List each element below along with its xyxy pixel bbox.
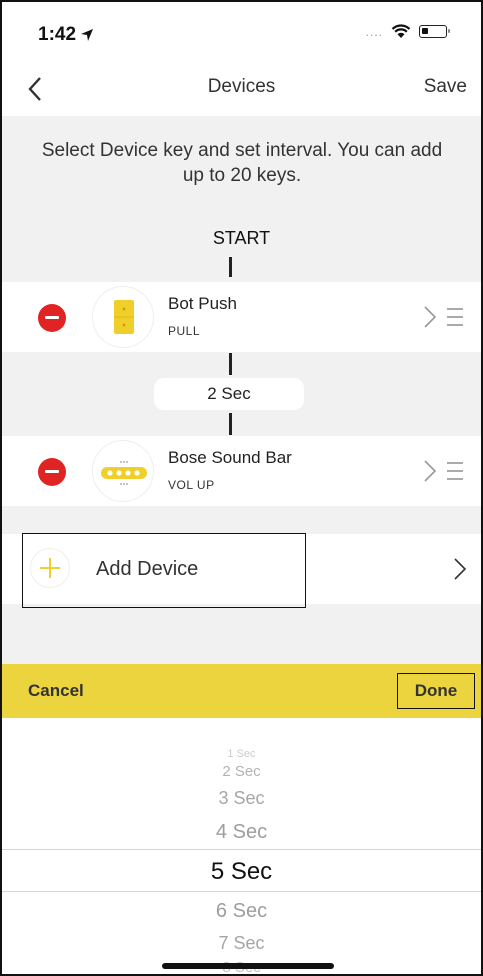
- picker-selected-option[interactable]: 5 Sec: [2, 858, 481, 886]
- remove-device-button[interactable]: [38, 304, 66, 332]
- picker-option[interactable]: 7 Sec: [2, 933, 481, 954]
- picker-toolbar: Cancel Done: [2, 664, 481, 718]
- add-device-row[interactable]: Add Device: [2, 534, 481, 604]
- cancel-button[interactable]: Cancel: [28, 681, 84, 701]
- drag-handle-icon[interactable]: [447, 308, 463, 332]
- device-action: PULL: [168, 324, 201, 338]
- chevron-right-icon[interactable]: [423, 458, 437, 484]
- wifi-icon: [391, 24, 411, 38]
- add-device-label: Add Device: [96, 558, 199, 580]
- status-bar: 1:42 ....: [2, 2, 481, 64]
- chevron-right-icon: [454, 558, 467, 580]
- picker-selection-line: [2, 849, 481, 850]
- picker-selection-line: [2, 891, 481, 892]
- interval-picker[interactable]: 1 Sec 2 Sec 3 Sec 4 Sec 5 Sec 6 Sec 7 Se…: [2, 718, 481, 974]
- soundbar-device-icon: [92, 440, 154, 502]
- drag-handle-icon[interactable]: [447, 462, 463, 486]
- device-row[interactable]: Bot Push PULL: [2, 282, 481, 352]
- device-name: Bot Push: [168, 294, 237, 313]
- sequence-connector: [229, 413, 232, 435]
- done-button[interactable]: Done: [397, 673, 475, 709]
- home-indicator: [162, 963, 334, 969]
- picker-option[interactable]: 2 Sec: [2, 763, 481, 780]
- nav-bar: Devices Save: [2, 64, 481, 116]
- picker-option[interactable]: 3 Sec: [2, 788, 481, 809]
- bot-device-icon: [92, 286, 154, 348]
- device-row[interactable]: Bose Sound Bar VOL UP: [2, 436, 481, 506]
- cellular-signal-icon: ....: [365, 24, 383, 39]
- picker-option[interactable]: 1 Sec: [2, 748, 481, 760]
- location-arrow-icon: [81, 29, 94, 41]
- picker-option[interactable]: 6 Sec: [2, 900, 481, 923]
- instructions-text: Select Device key and set interval. You …: [41, 140, 443, 186]
- save-button[interactable]: Save: [424, 76, 467, 98]
- chevron-right-icon[interactable]: [423, 304, 437, 330]
- device-name: Bose Sound Bar: [168, 448, 292, 467]
- page-title: Devices: [207, 76, 276, 97]
- app-screen: 1:42 .... Devices Save Select Device key…: [0, 0, 483, 976]
- sequence-connector: [229, 353, 232, 375]
- picker-option[interactable]: 4 Sec: [2, 821, 481, 844]
- interval-pill[interactable]: 2 Sec: [154, 378, 304, 410]
- battery-icon: [419, 25, 450, 38]
- status-time: 1:42: [38, 24, 94, 46]
- start-label: START: [212, 228, 271, 248]
- time-text: 1:42: [38, 24, 77, 45]
- device-action: VOL UP: [168, 478, 215, 492]
- remove-device-button[interactable]: [38, 458, 66, 486]
- sequence-connector: [229, 257, 232, 277]
- plus-icon: [30, 548, 70, 588]
- status-icons: ....: [365, 24, 450, 39]
